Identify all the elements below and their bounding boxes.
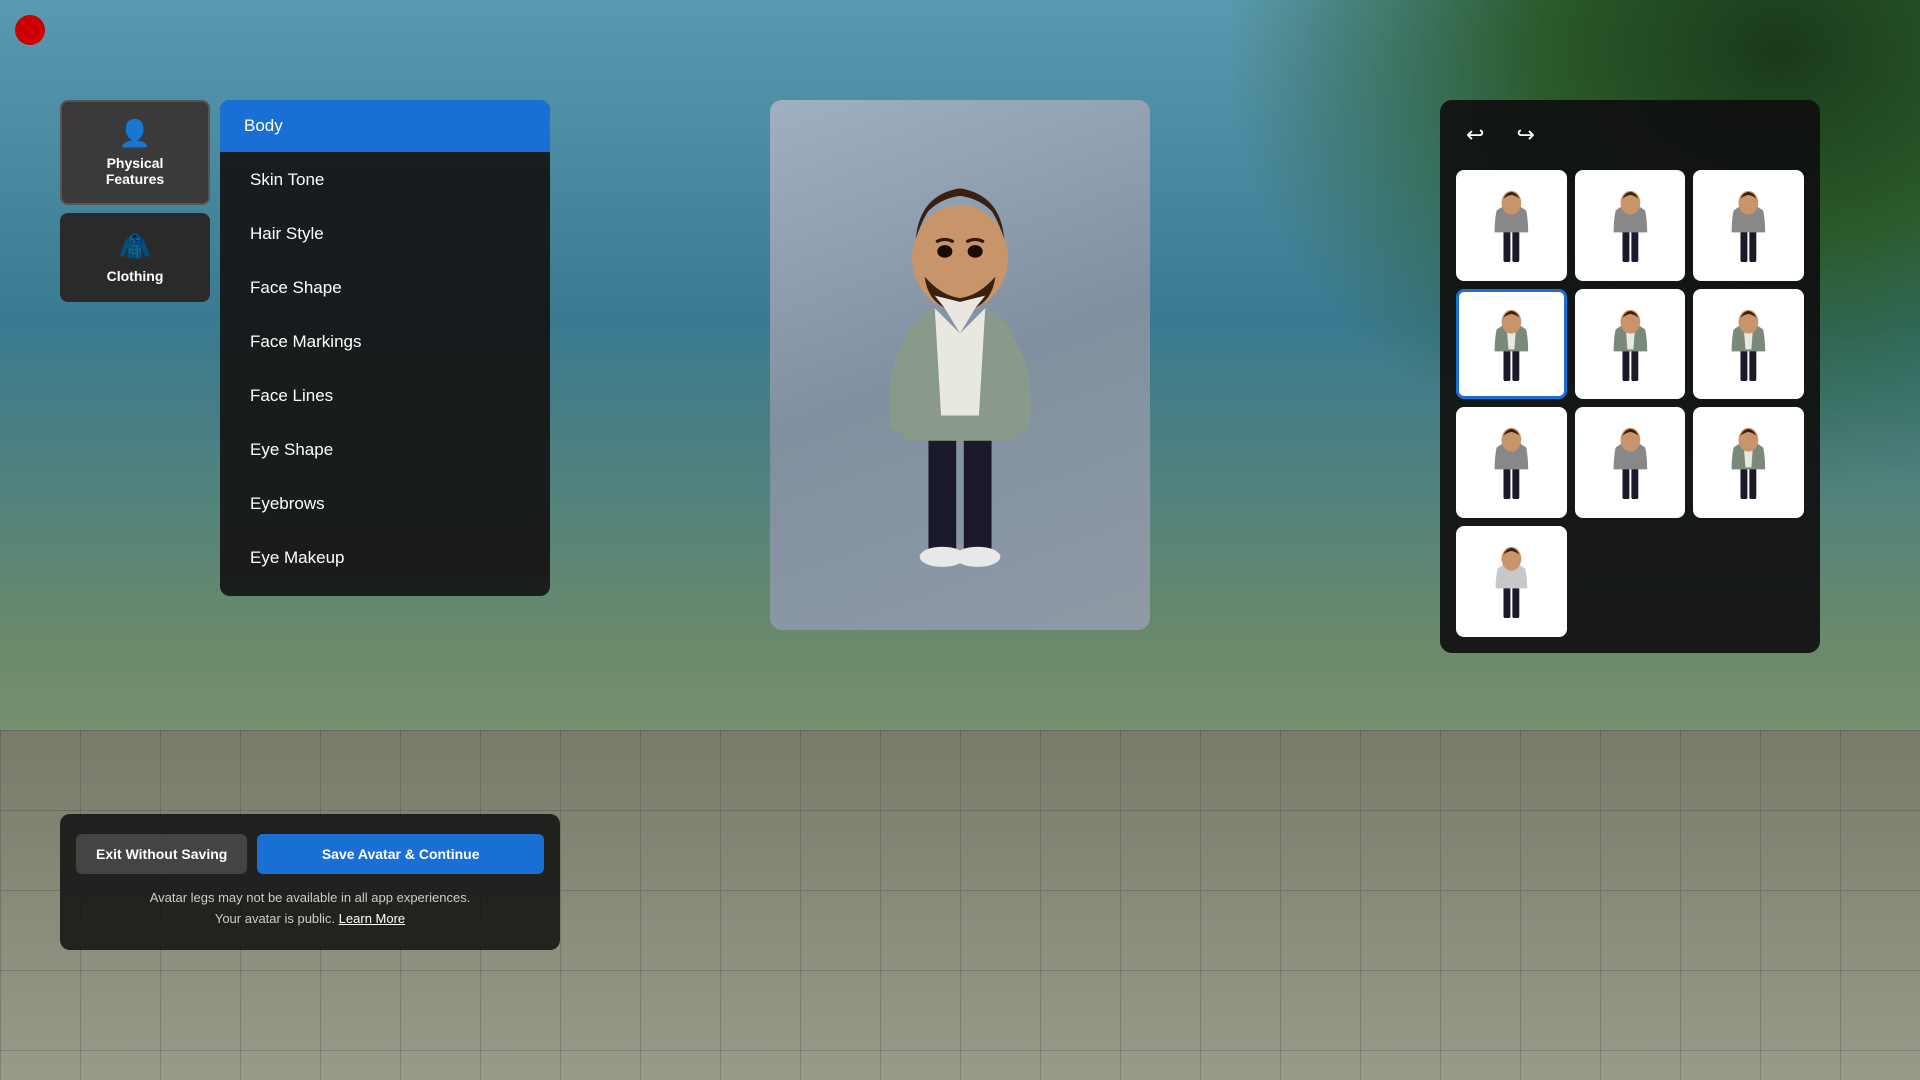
right-panel: ↩ ↪ [1440, 100, 1820, 653]
notice-text: Avatar legs may not be available in all … [76, 888, 544, 930]
tab-physical-features-label: Physical Features [78, 155, 192, 187]
bottom-actions-panel: Exit Without Saving Save Avatar & Contin… [60, 814, 560, 950]
notice-line1: Avatar legs may not be available in all … [150, 890, 471, 905]
outfit-item-10[interactable] [1456, 526, 1567, 637]
outfit-item-9[interactable] [1693, 407, 1804, 518]
undo-button[interactable]: ↩ [1456, 116, 1494, 154]
menu-item-body[interactable]: Body [220, 100, 550, 152]
outfit-item-8[interactable] [1575, 407, 1686, 518]
physical-features-icon: 👤 [119, 118, 151, 149]
left-panel: 👤 Physical Features 🧥 Clothing Body Skin… [60, 100, 560, 312]
action-buttons: Exit Without Saving Save Avatar & Contin… [76, 834, 544, 874]
notice-line2: Your avatar is public. [215, 911, 335, 926]
tab-physical-features[interactable]: 👤 Physical Features [60, 100, 210, 205]
outfit-item-3[interactable] [1693, 170, 1804, 281]
category-tabs: 👤 Physical Features 🧥 Clothing [60, 100, 210, 302]
panel-controls: ↩ ↪ [1456, 116, 1804, 154]
menu-item-eye-shape[interactable]: Eye Shape [226, 424, 544, 476]
tab-clothing-label: Clothing [107, 268, 164, 284]
menu-item-hair-style[interactable]: Hair Style [226, 208, 544, 260]
outfit-item-4[interactable] [1456, 289, 1567, 400]
outfit-item-6[interactable] [1693, 289, 1804, 400]
save-avatar-button[interactable]: Save Avatar & Continue [257, 834, 544, 874]
outfit-grid [1456, 170, 1804, 637]
redo-button[interactable]: ↪ [1506, 116, 1544, 154]
undo-icon: ↩ [1466, 122, 1484, 147]
clothing-icon: 🧥 [119, 231, 151, 262]
red-circle-indicator [15, 15, 45, 45]
menu-item-eye-makeup[interactable]: Eye Makeup [226, 532, 544, 584]
avatar-figure [770, 100, 1150, 630]
menu-item-face-markings[interactable]: Face Markings [226, 316, 544, 368]
redo-icon: ↪ [1516, 122, 1534, 147]
outfit-item-2[interactable] [1575, 170, 1686, 281]
menu-item-face-shape[interactable]: Face Shape [226, 262, 544, 314]
menu-item-face-lines[interactable]: Face Lines [226, 370, 544, 422]
menu-item-skin-tone[interactable]: Skin Tone [226, 154, 544, 206]
menu-panel: Body Skin Tone Hair Style Face Shape Fac… [220, 100, 550, 596]
outfit-item-7[interactable] [1456, 407, 1567, 518]
outfit-item-1[interactable] [1456, 170, 1567, 281]
menu-item-eyebrows[interactable]: Eyebrows [226, 478, 544, 530]
exit-without-saving-button[interactable]: Exit Without Saving [76, 834, 247, 874]
avatar-preview [770, 100, 1150, 630]
tab-clothing[interactable]: 🧥 Clothing [60, 213, 210, 302]
outfit-item-5[interactable] [1575, 289, 1686, 400]
learn-more-link[interactable]: Learn More [339, 911, 405, 926]
